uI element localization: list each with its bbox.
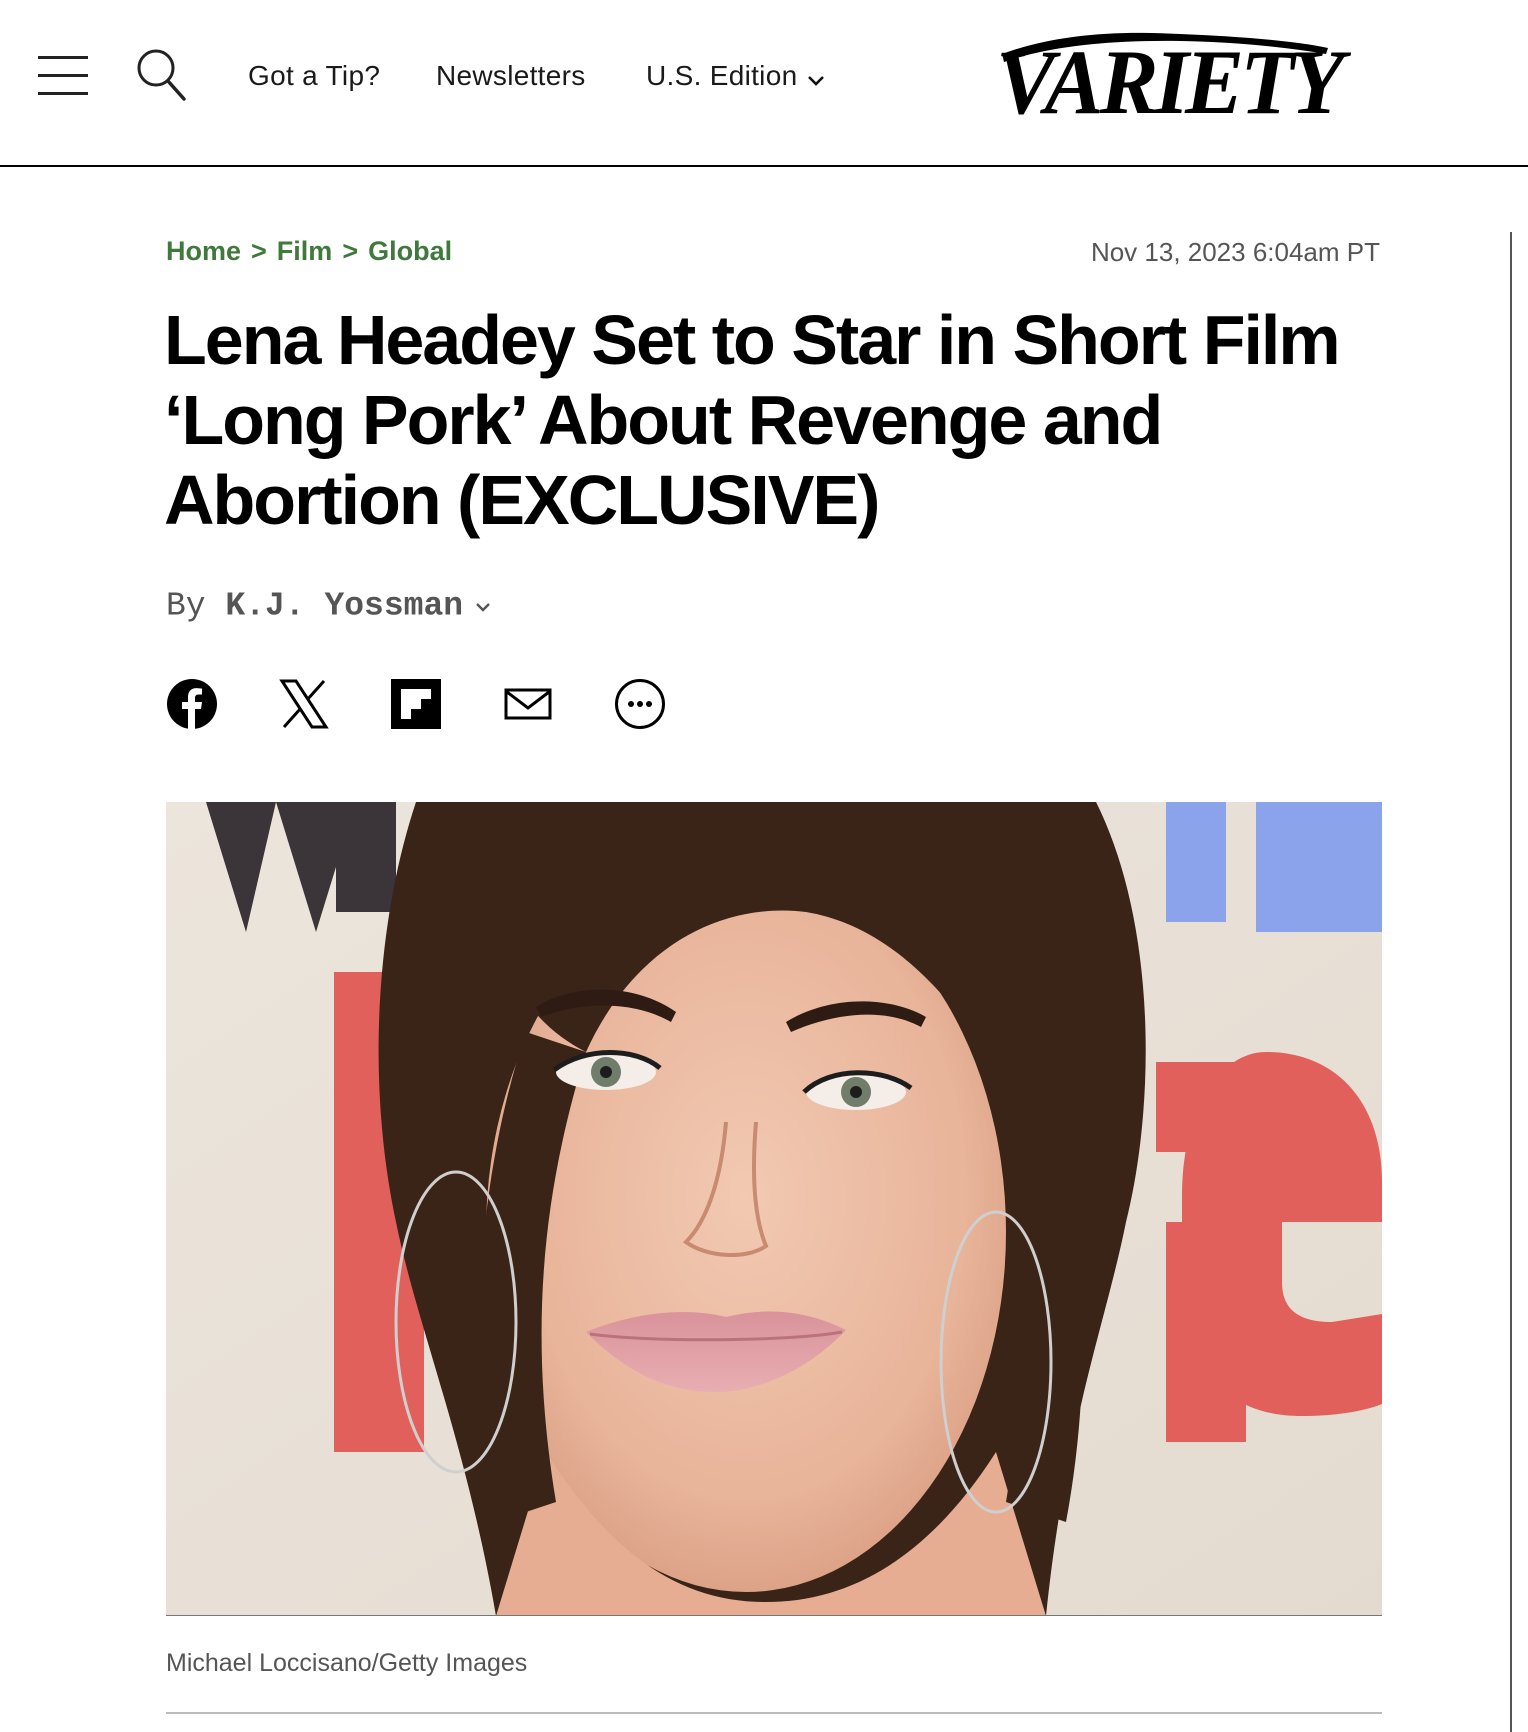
breadcrumb-separator: >	[342, 236, 359, 266]
edition-label: U.S. Edition	[646, 60, 798, 91]
menu-line	[38, 92, 88, 95]
author-link[interactable]: K.J. Yossman	[225, 588, 463, 625]
flipboard-icon[interactable]	[390, 678, 442, 730]
hamburger-menu-icon[interactable]	[38, 56, 90, 96]
photo-credit: Michael Loccisano/Getty Images	[166, 1649, 528, 1677]
facebook-icon[interactable]	[166, 678, 218, 730]
breadcrumb-separator: >	[251, 236, 267, 266]
caption-divider	[166, 1712, 1382, 1714]
byline: By K.J. Yossman	[166, 586, 491, 627]
variety-logo[interactable]: VARIETY	[990, 26, 1344, 132]
breadcrumb: Home > Film > Global	[166, 234, 452, 268]
menu-line	[38, 74, 88, 77]
search-icon[interactable]	[136, 48, 188, 102]
article-headline: Lena Headey Set to Star in Short Film ‘L…	[164, 301, 1341, 539]
byline-prefix: By	[166, 587, 206, 625]
chevron-down-icon	[807, 60, 825, 96]
more-options-icon[interactable]	[614, 678, 666, 730]
breadcrumb-global[interactable]: Global	[368, 236, 452, 266]
logo-wordmark: VARIETY	[996, 31, 1344, 133]
x-icon[interactable]	[278, 678, 330, 730]
edition-selector[interactable]: U.S. Edition	[646, 58, 825, 96]
publish-timestamp: Nov 13, 2023 6:04am PT	[1090, 237, 1380, 267]
chevron-down-icon[interactable]	[475, 586, 491, 626]
site-header: Got a Tip? Newsletters U.S. Edition VARI…	[0, 0, 1528, 167]
breadcrumb-home[interactable]: Home	[166, 236, 241, 266]
menu-line	[38, 56, 88, 59]
email-icon[interactable]	[502, 678, 554, 730]
portrait-photo	[166, 802, 1382, 1615]
article-hero-image	[166, 802, 1382, 1616]
nav-newsletters[interactable]: Newsletters	[436, 58, 586, 94]
right-rail-divider	[1510, 232, 1512, 1732]
breadcrumb-film[interactable]: Film	[277, 236, 333, 266]
nav-got-a-tip[interactable]: Got a Tip?	[248, 58, 380, 94]
